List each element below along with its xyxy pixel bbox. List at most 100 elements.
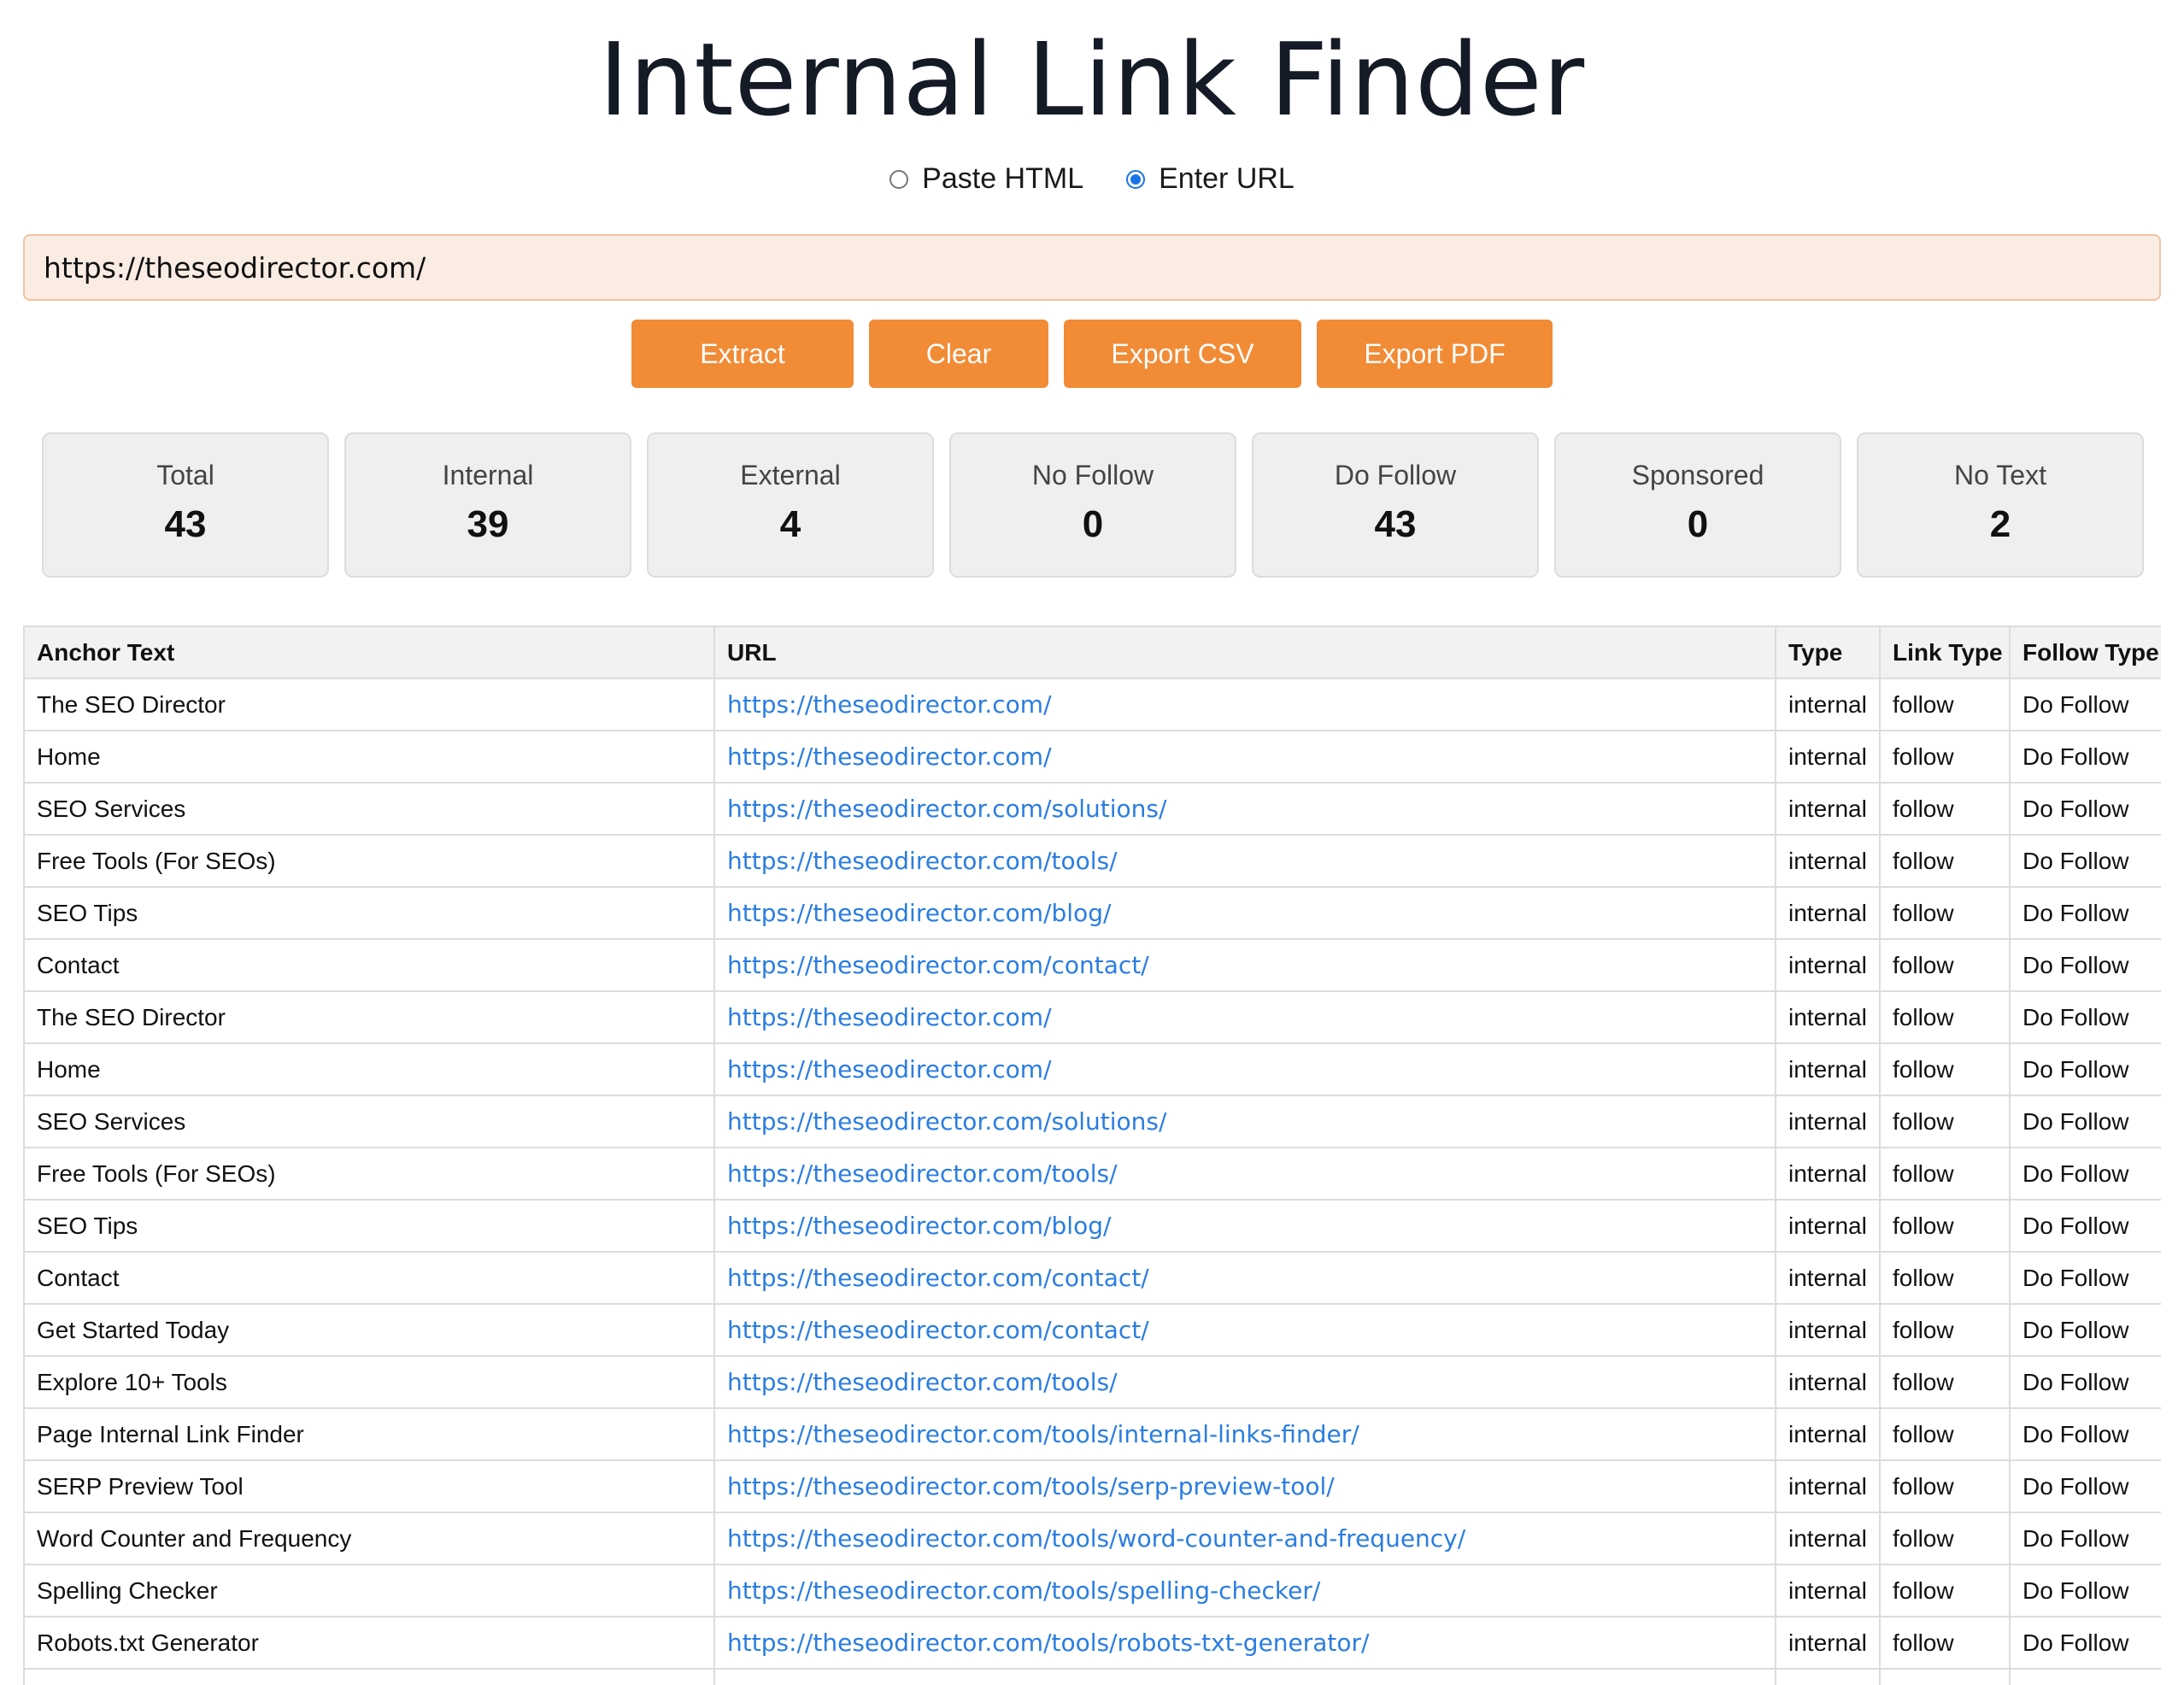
table-row: The SEO Director https://theseodirector.c…: [23, 990, 2161, 1044]
link-type-cell: follow: [1879, 1251, 2011, 1305]
follow-type-cell: Do Follow: [2009, 1564, 2161, 1617]
anchor-text-cell: The SEO Director: [23, 678, 715, 731]
link-type-header: Link Type: [1879, 625, 2011, 679]
url-link[interactable]: https://theseodirector.com/tools/serp-pr…: [727, 1472, 1335, 1500]
url-link[interactable]: https://theseodirector.com/contact/: [727, 1316, 1149, 1344]
url-link[interactable]: https://theseodirector.com/solutions/: [727, 795, 1166, 823]
type-cell: internal: [1775, 1616, 1881, 1670]
table-row: The SEO Director https://theseodirector.c…: [23, 678, 2161, 731]
url-link[interactable]: https://theseodirector.com/tools/word-co…: [727, 1524, 1465, 1553]
link-type-cell: follow: [1879, 886, 2011, 940]
stat-card: External 4: [647, 432, 934, 578]
url-header: URL: [713, 625, 1776, 679]
table-row: Free Tools (For SEOs) https://theseodirec…: [23, 834, 2161, 888]
url-link[interactable]: https://theseodirector.com/tools/spellin…: [727, 1576, 1320, 1605]
radio-paste-html[interactable]: Paste HTML: [889, 162, 1083, 196]
follow-type-cell: Do Follow: [2009, 1303, 2161, 1357]
anchor-text-cell: SERP Preview Tool: [23, 1459, 715, 1513]
url-link[interactable]: https://theseodirector.com/tools/: [727, 1160, 1118, 1188]
table-row: SERP Preview Tool https://theseodirector.…: [23, 1459, 2161, 1513]
url-link[interactable]: https://theseodirector.com/tools/robots-…: [727, 1629, 1370, 1657]
type-cell: internal: [1775, 1459, 1881, 1513]
type-cell: internal: [1775, 1407, 1881, 1461]
anchor-text-cell: SEO Tips: [23, 1199, 715, 1253]
url-link[interactable]: https://theseodirector.com/contact/: [727, 951, 1149, 979]
url-link[interactable]: https://theseodirector.com/tools/: [727, 847, 1118, 875]
follow-type-cell: Do Follow: [2009, 1459, 2161, 1513]
radio-enter-url-circle[interactable]: [1126, 169, 1146, 189]
export-pdf-button[interactable]: Export PDF: [1317, 320, 1553, 388]
url-link[interactable]: https://theseodirector.com/: [727, 743, 1052, 771]
radio-paste-html-circle[interactable]: [889, 169, 909, 189]
type-cell: internal: [1775, 1042, 1881, 1096]
export-csv-button[interactable]: Export CSV: [1064, 320, 1301, 388]
stat-card: Total 43: [42, 432, 329, 578]
table-row: Spelling Checker https://theseodirector.c…: [23, 1564, 2161, 1617]
url-cell: https://theseodirector.com/blog/: [713, 886, 1776, 940]
stat-card: No Text 2: [1857, 432, 2144, 578]
anchor-text-cell: Robots.txt Generator: [23, 1616, 715, 1670]
url-cell: https://theseodirector.com/contact/: [713, 1251, 1776, 1305]
url-cell: https://theseodirector.com/tools/: [713, 834, 1776, 888]
table-row: SEO Services https://theseodirector.com/s…: [23, 1095, 2161, 1148]
follow-type-cell: Do Follow: [2009, 1668, 2161, 1685]
follow-type-cell: Do Follow: [2009, 1042, 2161, 1096]
radio-enter-url[interactable]: Enter URL: [1126, 162, 1295, 196]
url-cell: https://theseodirector.com/blog/: [713, 1199, 1776, 1253]
url-cell: https://theseodirector.com/tools/interna…: [713, 1407, 1776, 1461]
link-type-cell: follow: [1879, 938, 2011, 992]
url-link[interactable]: https://theseodirector.com/tools/: [727, 1368, 1118, 1396]
type-cell: internal: [1775, 1147, 1881, 1201]
radio-paste-html-label[interactable]: Paste HTML: [922, 162, 1083, 196]
follow-type-cell: Do Follow: [2009, 1095, 2161, 1148]
anchor-text-cell: Explore 10+ Tools: [23, 1355, 715, 1409]
type-cell: internal: [1775, 1564, 1881, 1617]
anchor-text-cell: Contact: [23, 938, 715, 992]
anchor-text-cell: SEO Services: [23, 1095, 715, 1148]
type-cell: internal: [1775, 938, 1881, 992]
stat-value: 2: [1989, 503, 2011, 545]
url-cell: https://theseodirector.com/tools/: [713, 1147, 1776, 1201]
anchor-text-cell: SEO Services: [23, 782, 715, 836]
link-type-cell: follow: [1879, 1355, 2011, 1409]
link-type-cell: follow: [1879, 1199, 2011, 1253]
anchor-text-cell: Word Counter and Frequency: [23, 1512, 715, 1565]
link-type-cell: follow: [1879, 1459, 2011, 1513]
url-link[interactable]: https://theseodirector.com/: [727, 1055, 1052, 1083]
url-link[interactable]: https://theseodirector.com/solutions/: [727, 1107, 1166, 1136]
type-header: Type: [1775, 625, 1881, 679]
results-table-container[interactable]: Anchor Text URL Type Link Type Follow Type T…: [23, 625, 2161, 1685]
follow-type-cell: Do Follow: [2009, 678, 2161, 731]
extract-button[interactable]: Extract: [631, 320, 854, 388]
url-link[interactable]: https://theseodirector.com/blog/: [727, 1212, 1111, 1240]
stat-value: 4: [779, 503, 801, 545]
type-cell: internal: [1775, 1512, 1881, 1565]
anchor-text-cell: Free Tools (For SEOs): [23, 1147, 715, 1201]
url-link[interactable]: https://theseodirector.com/: [727, 690, 1052, 719]
input-mode-selector: Paste HTML Enter URL: [0, 162, 2184, 196]
stat-value: 43: [1374, 503, 1417, 545]
url-link[interactable]: https://theseodirector.com/contact/: [727, 1264, 1149, 1292]
link-type-cell: follow: [1879, 1668, 2011, 1685]
stat-value: 0: [1687, 503, 1709, 545]
stats-row: Total 43 Internal 39 External 4 No Follow 0 Do F…: [42, 432, 2144, 578]
link-type-cell: follow: [1879, 1564, 2011, 1617]
url-link[interactable]: https://theseodirector.com/tools/xml-sit…: [727, 1681, 1401, 1685]
url-link[interactable]: https://theseodirector.com/: [727, 1003, 1052, 1031]
stat-card: Do Follow 43: [1252, 432, 1539, 578]
link-type-cell: follow: [1879, 1512, 2011, 1565]
radio-enter-url-label[interactable]: Enter URL: [1159, 162, 1295, 196]
url-link[interactable]: https://theseodirector.com/blog/: [727, 899, 1111, 927]
url-link[interactable]: https://theseodirector.com/tools/interna…: [727, 1420, 1359, 1448]
type-cell: internal: [1775, 990, 1881, 1044]
link-type-cell: follow: [1879, 1095, 2011, 1148]
url-cell: https://theseodirector.com/contact/: [713, 1303, 1776, 1357]
table-row: Explore 10+ Tools https://theseodirector.…: [23, 1355, 2161, 1409]
clear-button[interactable]: Clear: [869, 320, 1048, 388]
stat-label: Total: [156, 460, 214, 490]
table-row: Home https://theseodirector.com/internal f…: [23, 1042, 2161, 1096]
url-input[interactable]: [23, 234, 2161, 301]
table-row: Page Internal Link Finder https://theseod…: [23, 1407, 2161, 1461]
stat-label: External: [740, 460, 841, 490]
table-body: The SEO Director https://theseodirector.c…: [23, 678, 2161, 1685]
